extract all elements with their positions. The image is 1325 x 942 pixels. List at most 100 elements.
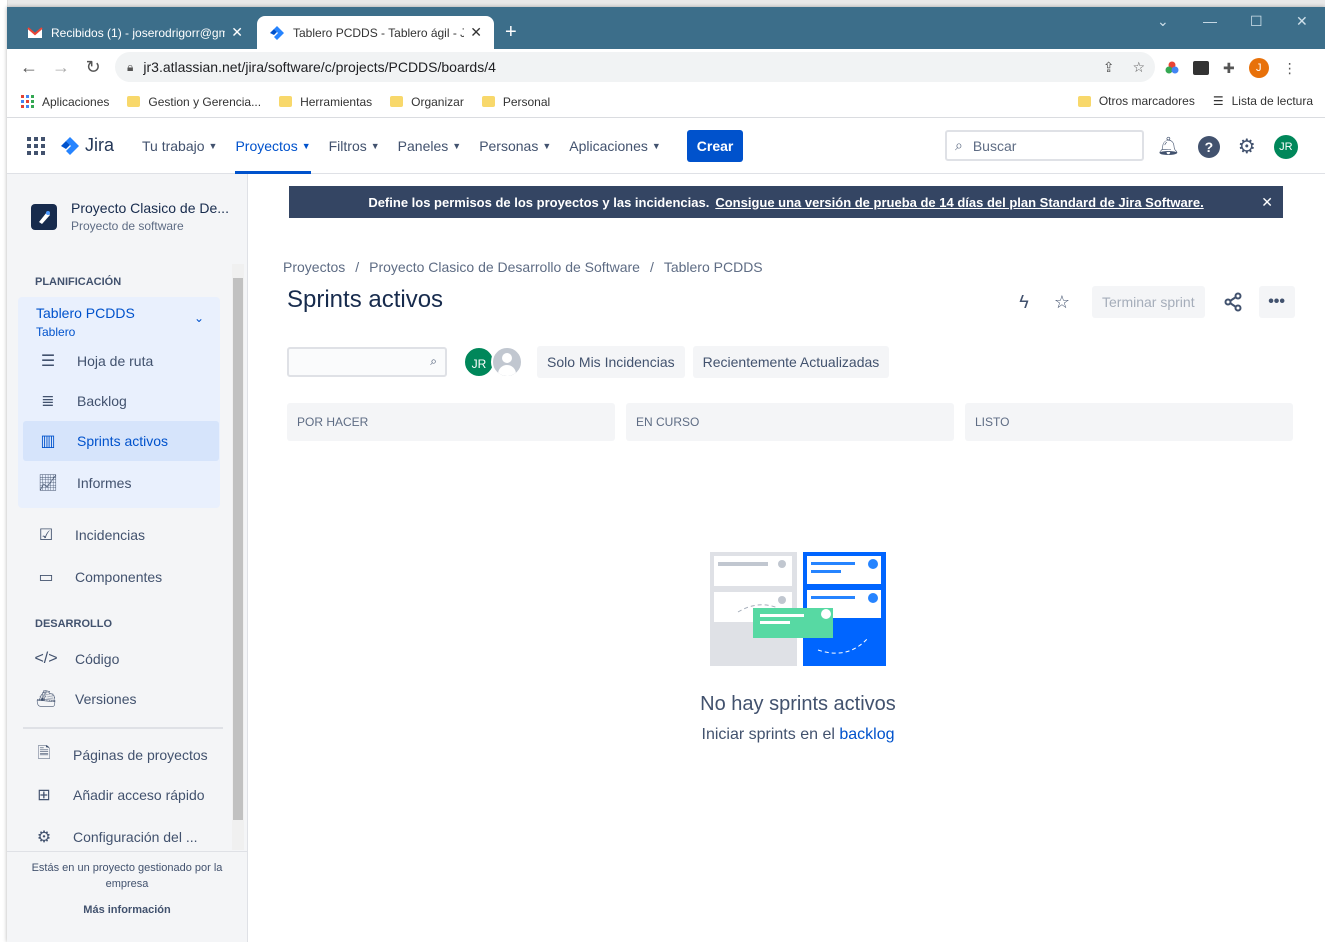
breadcrumb-item[interactable]: Proyecto Clasico de Desarrollo de Softwa… — [369, 259, 640, 275]
reload-icon[interactable]: ↻ — [77, 57, 109, 78]
chevron-down-icon[interactable]: ⌄ — [1157, 13, 1169, 30]
search-icon: ⌕ — [430, 354, 437, 368]
sidebar-item-reports[interactable]: 📈︎ Informes — [23, 463, 219, 503]
nav-filtros[interactable]: Filtros ▼ — [329, 118, 380, 174]
quick-filter-recent[interactable]: Recientemente Actualizadas — [692, 346, 890, 378]
banner-text: Define los permisos de los proyectos y l… — [368, 194, 710, 210]
sidebar-item-backlog[interactable]: ≣ Backlog — [23, 381, 219, 421]
star-icon[interactable]: ☆ — [1046, 286, 1078, 318]
divider — [7, 851, 247, 852]
project-header[interactable]: Proyecto Clasico de De... Proyecto de so… — [31, 200, 231, 233]
app-switcher-icon[interactable] — [27, 136, 45, 155]
nav-tu-trabajo[interactable]: Tu trabajo ▼ — [142, 118, 217, 174]
nav-aplicaciones[interactable]: Aplicaciones ▼ — [569, 118, 661, 174]
main-content: Define los permisos de los proyectos y l… — [248, 174, 1325, 942]
breadcrumb-item[interactable]: Tablero PCDDS — [664, 259, 763, 275]
project-avatar-icon — [31, 204, 57, 230]
bookmark-folder[interactable]: Organizar — [390, 95, 464, 109]
sidebar-item-roadmap[interactable]: ☰ Hoja de ruta — [23, 341, 219, 381]
desktop-background — [0, 0, 1325, 7]
scrollbar-thumb[interactable] — [233, 278, 243, 820]
board-search-input[interactable]: ⌕ — [287, 347, 447, 377]
add-shortcut-icon: ⊞ — [37, 787, 51, 804]
bookmark-apps[interactable]: Aplicaciones — [21, 95, 109, 109]
sidebar-item-components[interactable]: ▭ Componentes — [21, 557, 217, 597]
tab-bar: Recibidos (1) - joserodrigorr@gm ✕ Table… — [7, 7, 1325, 49]
user-avatar[interactable]: JR — [1273, 134, 1298, 159]
color-extension-icon[interactable] — [1165, 61, 1179, 75]
sidebar-item-add-shortcut[interactable]: ⊞ Añadir acceso rápido — [19, 775, 215, 815]
more-info-link[interactable]: Más información — [7, 904, 247, 916]
lightning-icon[interactable]: ϟ — [1008, 286, 1040, 318]
minimize-icon[interactable]: — — [1203, 13, 1217, 29]
search-placeholder: Buscar — [972, 137, 1017, 154]
bookmark-folder[interactable]: Gestion y Gerencia... — [127, 95, 261, 109]
project-name: Proyecto Clasico de De... — [71, 200, 229, 216]
url-bar[interactable]: 🔒︎ jr3.atlassian.net/jira/software/c/pro… — [115, 52, 1155, 82]
tab-title: Tablero PCDDS - Tablero ágil - Jira — [293, 25, 465, 40]
bookmark-folder[interactable]: Personal — [481, 95, 550, 109]
search-input[interactable]: ⌕ Buscar — [945, 130, 1144, 161]
more-actions-button[interactable]: ••• — [1258, 286, 1295, 318]
avatar-filter-unassigned[interactable] — [491, 346, 523, 378]
breadcrumb-item[interactable]: Proyectos — [283, 259, 345, 275]
bookmark-folder[interactable]: Herramientas — [279, 95, 372, 109]
profile-avatar[interactable]: J — [1248, 58, 1269, 78]
gmail-icon — [27, 26, 43, 38]
search-icon: ⌕ — [955, 137, 963, 153]
sidebar-item-project-pages[interactable]: 🗎︎ Páginas de proyectos — [19, 735, 215, 775]
project-type: Proyecto de software — [71, 219, 184, 233]
banner-link[interactable]: Consigue una versión de prueba de 14 día… — [715, 195, 1203, 210]
nav-label: Personas — [479, 137, 539, 154]
reading-list[interactable]: ☰ Lista de lectura — [1213, 94, 1313, 108]
empty-state: No hay sprints activos Iniciar sprints e… — [648, 550, 948, 744]
board-columns-icon: ▥ — [40, 433, 56, 450]
board-name[interactable]: Tablero PCDDS — [36, 305, 135, 321]
backlog-link[interactable]: backlog — [839, 726, 894, 743]
back-icon[interactable]: ← — [13, 57, 45, 78]
nav-proyectos[interactable]: Proyectos ▼ — [235, 118, 311, 174]
help-icon[interactable]: ? — [1197, 135, 1220, 158]
sidebar-item-label: Configuración del ... — [73, 829, 198, 845]
sidebar-item-label: Backlog — [77, 393, 127, 409]
close-icon[interactable]: ✕ — [470, 24, 482, 41]
sidebar-item-label: Versiones — [75, 691, 137, 707]
extension-icon[interactable] — [1193, 61, 1209, 75]
puzzle-icon[interactable]: ✚ — [1223, 60, 1235, 77]
bookmark-other[interactable]: Otros marcadores — [1077, 94, 1195, 108]
breadcrumb: Proyectos / Proyecto Clasico de Desarrollo… — [283, 259, 763, 275]
gear-icon[interactable]: ⚙ — [1238, 134, 1256, 159]
new-tab-icon[interactable]: + — [505, 21, 517, 44]
sidebar-item-active-sprints[interactable]: ▥ Sprints activos — [23, 421, 219, 461]
tab-jira[interactable]: Tablero PCDDS - Tablero ágil - Jira ✕ — [257, 16, 494, 49]
section-planning: PLANIFICACIÓN — [35, 276, 122, 288]
nav-paneles[interactable]: Paneles ▼ — [398, 118, 462, 174]
close-icon[interactable]: ✕ — [1261, 194, 1273, 211]
folder-icon — [390, 96, 404, 107]
share-icon[interactable] — [1217, 286, 1249, 318]
sidebar-item-label: Hoja de ruta — [77, 353, 154, 369]
create-button[interactable]: Crear — [686, 129, 744, 162]
jira-icon — [61, 136, 79, 155]
sidebar-item-issues[interactable]: ☑ Incidencias — [21, 515, 217, 555]
complete-sprint-button[interactable]: Terminar sprint — [1092, 286, 1205, 318]
nav-personas[interactable]: Personas ▼ — [479, 118, 551, 174]
menu-icon[interactable]: ⋮ — [1283, 60, 1297, 77]
chevron-down-icon[interactable]: ⌄ — [194, 311, 204, 325]
jira-logo[interactable]: Jira — [59, 135, 114, 157]
quick-filter-mine[interactable]: Solo Mis Incidencias — [537, 346, 685, 378]
close-icon[interactable]: ✕ — [231, 24, 243, 41]
forward-icon[interactable]: → — [45, 57, 77, 78]
tab-gmail[interactable]: Recibidos (1) - joserodrigorr@gm ✕ — [15, 16, 255, 49]
chevron-down-icon: ▼ — [301, 140, 311, 151]
star-icon[interactable]: ☆ — [1132, 59, 1145, 76]
permissions-banner: Define los permisos de los proyectos y l… — [289, 186, 1283, 218]
maximize-icon[interactable]: ☐ — [1250, 13, 1263, 30]
sidebar-scrollbar[interactable] — [232, 264, 244, 850]
sidebar-item-versions[interactable]: ⛴ Versiones — [21, 679, 217, 719]
notifications-icon[interactable]: 🔔︎ — [1157, 136, 1180, 157]
sidebar-item-label: Incidencias — [75, 527, 146, 543]
sidebar-item-code[interactable]: </> Código — [21, 639, 217, 679]
share-icon[interactable]: ⇪ — [1103, 59, 1115, 76]
close-window-icon[interactable]: ✕ — [1296, 13, 1308, 30]
